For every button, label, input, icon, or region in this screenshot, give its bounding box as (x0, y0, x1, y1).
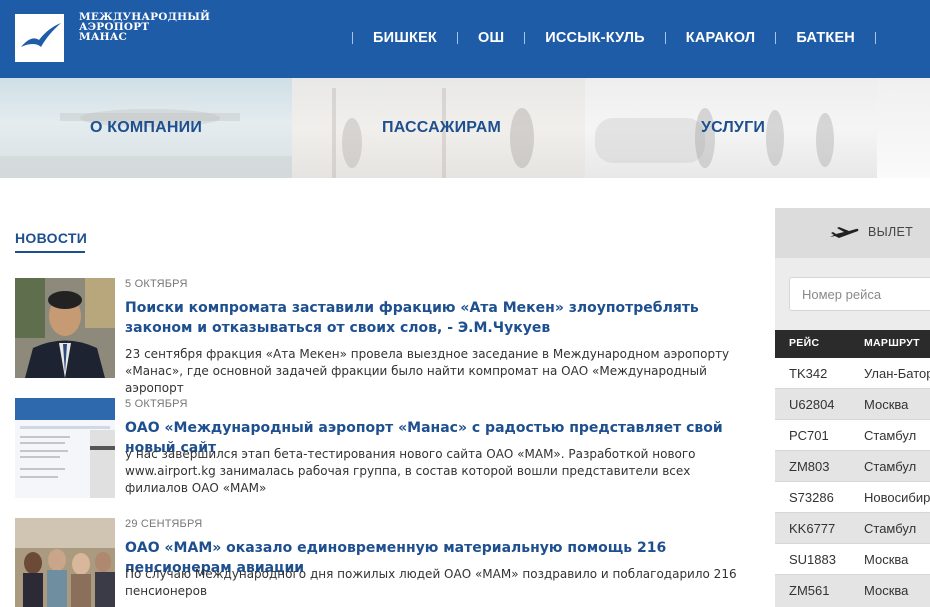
nav-karakol[interactable]: КАРАКОЛ (666, 30, 776, 46)
table-row[interactable]: ZM561 Москва (775, 575, 930, 607)
nav-bishkek[interactable]: БИШКЕК (353, 30, 457, 46)
flight-route: Новосибирск (864, 490, 930, 505)
departing-plane-icon (830, 227, 859, 238)
flight-number: TK342 (789, 366, 828, 381)
logo-text[interactable]: МЕЖДУНАРОДНЫЙ АЭРОПОРТ МАНАС (79, 12, 210, 43)
tile-label: УСЛУГИ (701, 119, 766, 136)
news-summary: 23 сентября фракция «Ата Мекен» провела … (125, 347, 730, 395)
flight-number: SU1883 (789, 552, 836, 567)
news-heading-underline (15, 251, 85, 253)
nav-separator (874, 32, 876, 44)
logo-line: МАНАС (79, 31, 128, 43)
news-date: 5 ОКТЯБРЯ (125, 278, 188, 290)
flight-board: ВЫЛЕТ РЕЙС МАРШРУТ TK342 Улан-Батор U628… (775, 208, 930, 607)
column-header-flight[interactable]: РЕЙС (789, 337, 819, 349)
site-header: МЕЖДУНАРОДНЫЙ АЭРОПОРТ МАНАС БИШКЕК ОШ И… (0, 0, 930, 78)
flight-route: Стамбул (864, 428, 917, 443)
flight-number: ZM561 (789, 583, 830, 598)
flight-route: Стамбул (864, 459, 917, 474)
top-nav: БИШКЕК ОШ ИССЫК-КУЛЬ КАРАКОЛ БАТКЕН (352, 28, 876, 48)
flight-route: Стамбул (864, 521, 917, 536)
tile-passengers[interactable]: ПАССАЖИРАМ (292, 78, 585, 178)
table-row[interactable]: KK6777 Стамбул (775, 513, 930, 544)
section-banner: О КОМПАНИИ ПАССАЖИРАМ УСЛУГИ (0, 78, 930, 178)
group-photo-icon (15, 518, 115, 607)
flight-route: Москва (864, 552, 909, 567)
news-thumbnail[interactable] (15, 278, 115, 378)
nav-batken[interactable]: БАТКЕН (776, 30, 875, 46)
flight-route: Москва (864, 397, 909, 412)
table-row[interactable]: PC701 Стамбул (775, 420, 930, 451)
table-row[interactable]: ZM803 Стамбул (775, 451, 930, 482)
news-date: 29 СЕНТЯБРЯ (125, 518, 203, 530)
tile-label: ПАССАЖИРАМ (382, 119, 502, 136)
bird-logo-icon (21, 23, 61, 47)
news-item: 5 ОКТЯБРЯ ОАО «Международный аэропорт «М… (15, 398, 760, 508)
flight-table-header: РЕЙС МАРШРУТ (775, 330, 930, 358)
news-item: 5 ОКТЯБРЯ Поиски компромата заставили фр… (15, 278, 760, 395)
tile-services[interactable]: УСЛУГИ (585, 78, 877, 178)
table-row[interactable]: S73286 Новосибирск (775, 482, 930, 513)
table-row[interactable]: TK342 Улан-Батор (775, 358, 930, 389)
flight-route: Улан-Батор (864, 366, 930, 381)
nav-osh[interactable]: ОШ (458, 30, 524, 46)
news-headline-link[interactable]: Поиски компромата заставили фракцию «Ата… (125, 298, 745, 338)
news-date: 5 ОКТЯБРЯ (125, 398, 188, 410)
flight-number: PC701 (789, 428, 829, 443)
tab-departures[interactable]: ВЫЛЕТ (775, 208, 930, 258)
news-thumbnail[interactable] (15, 518, 115, 607)
nav-issyk-kul[interactable]: ИССЫК-КУЛЬ (525, 30, 665, 46)
column-header-route[interactable]: МАРШРУТ (864, 337, 920, 349)
flight-number: ZM803 (789, 459, 830, 474)
tab-departures-label: ВЫЛЕТ (868, 225, 914, 239)
portrait-photo-icon (15, 278, 115, 378)
tile-extra (877, 78, 930, 178)
website-screenshot-icon (15, 398, 115, 498)
news-item: 29 СЕНТЯБРЯ ОАО «МАМ» оказало единовреме… (15, 518, 760, 607)
flight-number: KK6777 (789, 521, 836, 536)
logo[interactable] (15, 14, 64, 62)
tile-about[interactable]: О КОМПАНИИ (0, 78, 292, 178)
news-summary: По случаю Международного дня пожилых люд… (125, 567, 737, 598)
flight-number-search-input[interactable] (789, 277, 930, 311)
flight-number: U62804 (789, 397, 835, 412)
news-summary: у нас завершился этап бета-тестирования … (125, 447, 696, 495)
table-row[interactable]: SU1883 Москва (775, 544, 930, 575)
table-row[interactable]: U62804 Москва (775, 389, 930, 420)
tile-label: О КОМПАНИИ (90, 119, 203, 136)
flight-route: Москва (864, 583, 909, 598)
flight-number: S73286 (789, 490, 834, 505)
news-thumbnail[interactable] (15, 398, 115, 498)
news-heading[interactable]: НОВОСТИ (15, 230, 87, 246)
